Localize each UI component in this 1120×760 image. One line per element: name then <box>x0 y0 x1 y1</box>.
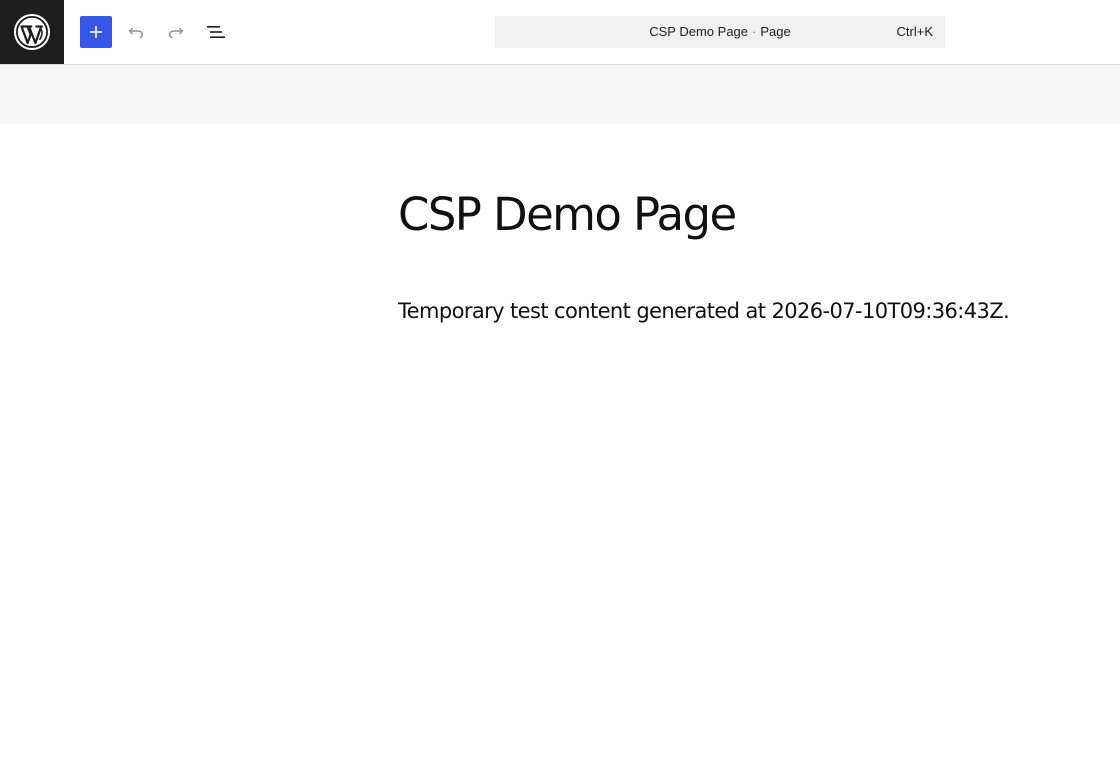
keyboard-shortcut-hint: Ctrl+K <box>896 24 933 39</box>
paragraph-block[interactable]: Temporary test content generated at 2026… <box>398 298 1010 325</box>
wordpress-logo-icon <box>14 14 50 50</box>
document-title-display: CSP Demo Page · Page <box>495 16 945 48</box>
undo-button[interactable] <box>120 16 152 48</box>
template-header-area <box>0 65 1120 124</box>
redo-button[interactable] <box>160 16 192 48</box>
command-palette-bar[interactable]: CSP Demo Page · Page Ctrl+K <box>495 16 945 48</box>
document-overview-button[interactable] <box>200 16 232 48</box>
title-separator: · <box>752 24 757 39</box>
post-title[interactable]: CSP Demo Page <box>398 190 737 240</box>
plus-icon <box>89 25 103 39</box>
editor-canvas: CSP Demo Page Temporary test content gen… <box>0 124 1120 760</box>
redo-icon <box>167 23 185 41</box>
editor-toolbar: CSP Demo Page · Page Ctrl+K <box>0 0 1120 65</box>
block-inserter-button[interactable] <box>80 16 112 48</box>
document-title: CSP Demo Page <box>649 24 749 39</box>
wordpress-logo-button[interactable] <box>0 0 64 64</box>
document-type: Page <box>760 24 791 39</box>
undo-icon <box>127 23 145 41</box>
list-view-icon <box>206 24 226 40</box>
